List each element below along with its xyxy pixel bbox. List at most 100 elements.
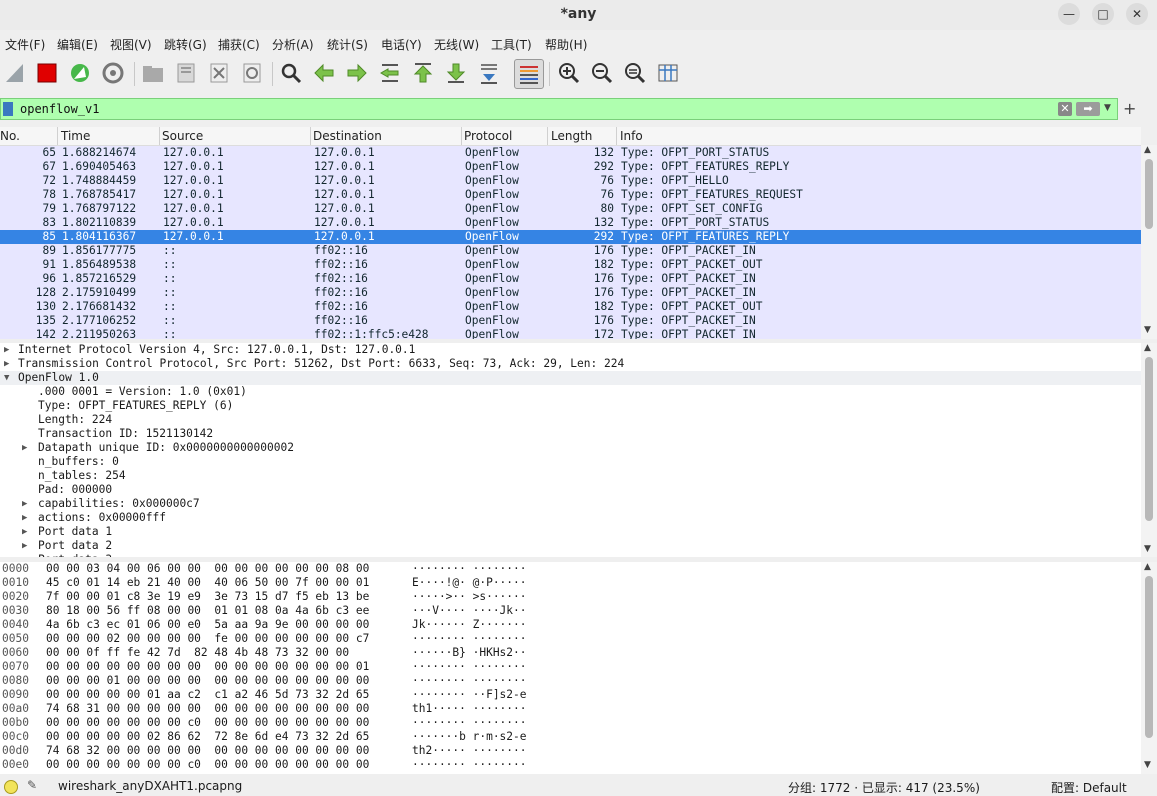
column-divider[interactable] [159, 127, 160, 145]
packet-row[interactable]: 96 1.857216529:: ff02::16 OpenFlow 176 Type: … [0, 272, 1141, 286]
column-divider[interactable] [310, 127, 311, 145]
detail-tree-item[interactable]: ▶ Internet Protocol Version 4, Src: 127.0… [0, 343, 1141, 357]
scroll-thumb[interactable] [1145, 576, 1153, 738]
filter-dropdown-chevron-icon[interactable]: ▼ [1104, 103, 1111, 113]
hex-dump-row[interactable]: 0000 00 00 03 04 00 06 00 00 00 00 00 00 … [0, 562, 1141, 576]
detail-tree-item[interactable]: Type: OFPT_FEATURES_REPLY (6) [0, 399, 1141, 413]
colorize-list-icon[interactable] [514, 59, 544, 89]
hex-dump-row[interactable]: 0040 4a 6b c3 ec 01 06 00 e0 5a aa 9a 9e … [0, 618, 1141, 632]
hex-dump-row[interactable]: 0010 45 c0 01 14 eb 21 40 00 40 06 50 00 … [0, 576, 1141, 590]
packet-row[interactable]: 91 1.856489538:: ff02::16 OpenFlow 182 Type: … [0, 258, 1141, 272]
scroll-up-icon[interactable]: ▲ [1144, 562, 1151, 572]
first-packet-icon[interactable] [409, 59, 437, 87]
detail-tree-item[interactable]: ▶ Transmission Control Protocol, Src Port… [0, 357, 1141, 371]
expanded-arrow-icon[interactable]: ▼ [4, 371, 9, 385]
column-header-info[interactable]: Info [620, 129, 643, 143]
collapsed-arrow-icon[interactable]: ▶ [22, 525, 27, 539]
packet-row[interactable]: 89 1.856177775:: ff02::16 OpenFlow 176 Type: … [0, 244, 1141, 258]
close-file-icon[interactable] [205, 59, 233, 87]
zoom-in-icon[interactable] [555, 59, 583, 87]
column-divider[interactable] [547, 127, 548, 145]
collapsed-arrow-icon[interactable]: ▶ [22, 553, 27, 557]
collapsed-arrow-icon[interactable]: ▶ [4, 343, 9, 357]
expert-info-indicator-icon[interactable] [4, 780, 18, 794]
detail-tree-item[interactable]: ▶ capabilities: 0x000000c7 [0, 497, 1141, 511]
hex-dump-row[interactable]: 00c0 00 00 00 00 00 02 86 62 72 8e 6d e4 … [0, 730, 1141, 744]
stop-capture-icon[interactable] [33, 59, 61, 87]
hex-dump-row[interactable]: 00d0 74 68 32 00 00 00 00 00 00 00 00 00 … [0, 744, 1141, 758]
menu-capture[interactable]: 捕获(C) [218, 36, 260, 53]
detail-tree-item[interactable]: n_buffers: 0 [0, 455, 1141, 469]
scroll-up-icon[interactable]: ▲ [1144, 343, 1151, 353]
collapsed-arrow-icon[interactable]: ▶ [22, 497, 27, 511]
menu-file[interactable]: 文件(F) [5, 36, 45, 53]
collapsed-arrow-icon[interactable]: ▶ [4, 357, 9, 371]
packet-row[interactable]: 142 2.211950263:: ff02::1:ffc5:e428 OpenFlo… [0, 328, 1141, 339]
menu-view[interactable]: 视图(V) [110, 36, 152, 53]
shark-fin-start-icon[interactable] [1, 59, 29, 87]
last-packet-icon[interactable] [442, 59, 470, 87]
hex-dump-row[interactable]: 0070 00 00 00 00 00 00 00 00 00 00 00 00 … [0, 660, 1141, 674]
detail-tree-item[interactable]: Pad: 000000 [0, 483, 1141, 497]
menu-tools[interactable]: 工具(T) [491, 36, 532, 53]
detail-tree-item[interactable]: ▶ Port data 3 [0, 553, 1141, 557]
scroll-down-icon[interactable]: ▼ [1144, 544, 1151, 554]
autoscroll-icon[interactable] [475, 59, 503, 87]
hex-dump-row[interactable]: 0060 00 00 0f ff fe 42 7d 82 48 4b 48 73 … [0, 646, 1141, 660]
detail-tree-item[interactable]: ▶ actions: 0x00000fff [0, 511, 1141, 525]
column-header-length[interactable]: Length [551, 129, 592, 143]
column-divider[interactable] [616, 127, 617, 145]
detail-tree-item[interactable]: n_tables: 254 [0, 469, 1141, 483]
add-filter-button[interactable]: + [1123, 99, 1136, 118]
zoom-out-icon[interactable] [588, 59, 616, 87]
detail-tree-item[interactable]: .000 0001 = Version: 1.0 (0x01) [0, 385, 1141, 399]
hex-dump-row[interactable]: 0080 00 00 00 01 00 00 00 00 00 00 00 00 … [0, 674, 1141, 688]
hex-dump-row[interactable]: 00b0 00 00 00 00 00 00 00 c0 00 00 00 00 … [0, 716, 1141, 730]
scroll-down-icon[interactable]: ▼ [1144, 325, 1151, 335]
close-button[interactable]: ✕ [1126, 3, 1148, 25]
detail-tree-item[interactable]: Transaction ID: 1521130142 [0, 427, 1141, 441]
packet-row[interactable]: 65 1.688214674 127.0.0.1 127.0.0.1 OpenFlow 1… [0, 146, 1141, 160]
go-back-arrow-icon[interactable] [310, 59, 338, 87]
bookmark-icon[interactable] [3, 102, 13, 116]
hex-dump-row[interactable]: 00a0 74 68 31 00 00 00 00 00 00 00 00 00 … [0, 702, 1141, 716]
menu-go[interactable]: 跳转(G) [164, 36, 207, 53]
detail-tree-item[interactable]: ▶ Datapath unique ID: 0x0000000000000002 [0, 441, 1141, 455]
collapsed-arrow-icon[interactable]: ▶ [22, 441, 27, 455]
detail-tree-item[interactable]: ▼ OpenFlow 1.0 [0, 371, 1141, 385]
menu-help[interactable]: 帮助(H) [545, 36, 587, 53]
details-scrollbar[interactable]: ▲ ▼ [1141, 343, 1157, 557]
menu-edit[interactable]: 编辑(E) [57, 36, 98, 53]
restart-capture-icon[interactable] [66, 59, 94, 87]
apply-filter-arrow-icon[interactable]: ➡ [1076, 102, 1100, 116]
packet-row[interactable]: 135 2.177106252:: ff02::16 OpenFlow 176 Type:… [0, 314, 1141, 328]
open-folder-icon[interactable] [139, 59, 167, 87]
find-packet-search-icon[interactable] [277, 59, 305, 87]
scroll-thumb[interactable] [1145, 357, 1153, 521]
packet-row[interactable]: 85 1.804116367 127.0.0.1 127.0.0.1 OpenFlow 2… [0, 230, 1141, 244]
capture-comment-icon[interactable]: ✎ [27, 778, 37, 792]
packet-row[interactable]: 79 1.768797122 127.0.0.1 127.0.0.1 OpenFlow 8… [0, 202, 1141, 216]
menu-statistics[interactable]: 统计(S) [327, 36, 368, 53]
packet-row[interactable]: 83 1.802110839 127.0.0.1 127.0.0.1 OpenFlow 1… [0, 216, 1141, 230]
column-divider[interactable] [57, 127, 58, 145]
display-filter-input[interactable]: openflow_v1 [20, 102, 99, 116]
packet-row[interactable]: 67 1.690405463 127.0.0.1 127.0.0.1 OpenFlow 2… [0, 160, 1141, 174]
column-divider[interactable] [461, 127, 462, 145]
collapsed-arrow-icon[interactable]: ▶ [22, 511, 27, 525]
hex-dump-row[interactable]: 0020 7f 00 00 01 c8 3e 19 e9 3e 73 15 d7 … [0, 590, 1141, 604]
scroll-down-icon[interactable]: ▼ [1144, 760, 1151, 770]
packet-row[interactable]: 128 2.175910499:: ff02::16 OpenFlow 176 Type:… [0, 286, 1141, 300]
hex-dump-row[interactable]: 0050 00 00 00 02 00 00 00 00 fe 00 00 00 … [0, 632, 1141, 646]
packet-list-scrollbar[interactable]: ▲ ▼ [1141, 145, 1157, 339]
menu-telephony[interactable]: 电话(Y) [381, 36, 422, 53]
column-header-no[interactable]: No. [0, 129, 20, 143]
detail-tree-item[interactable]: ▶ Port data 1 [0, 525, 1141, 539]
hex-dump-row[interactable]: 0030 80 18 00 56 ff 08 00 00 01 01 08 0a … [0, 604, 1141, 618]
go-forward-arrow-icon[interactable] [343, 59, 371, 87]
resize-columns-icon[interactable] [654, 59, 682, 87]
scroll-thumb[interactable] [1145, 159, 1153, 229]
maximize-button[interactable]: □ [1092, 3, 1114, 25]
packet-row[interactable]: 72 1.748884459 127.0.0.1 127.0.0.1 OpenFlow 7… [0, 174, 1141, 188]
scroll-up-icon[interactable]: ▲ [1144, 145, 1151, 155]
